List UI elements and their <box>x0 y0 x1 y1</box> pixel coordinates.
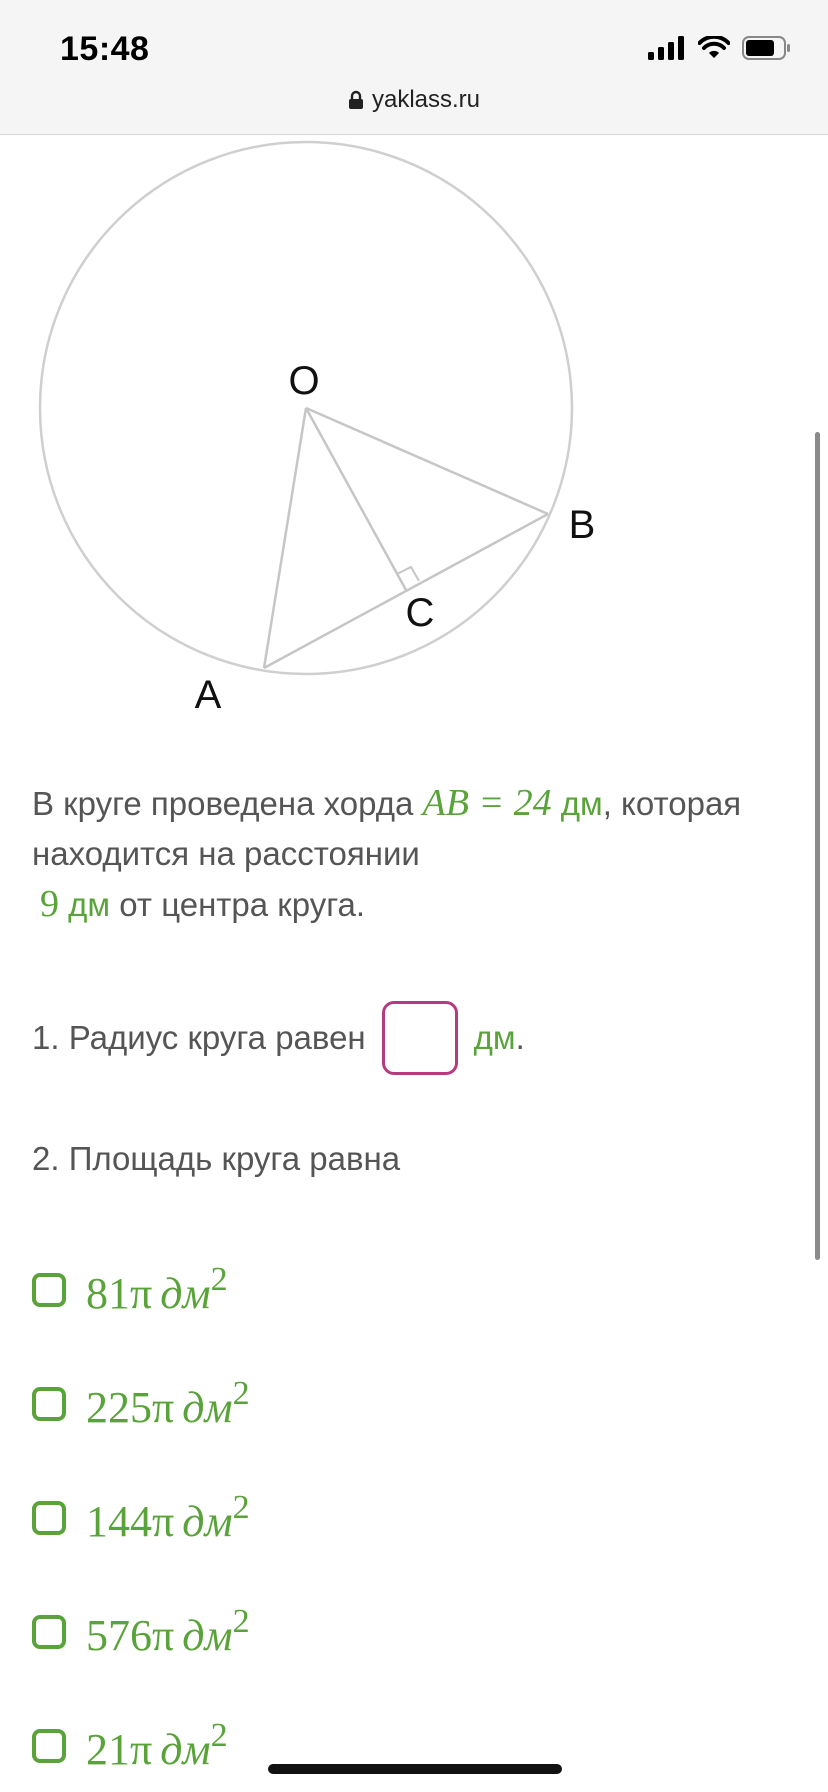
home-indicator[interactable] <box>268 1764 562 1774</box>
label-B: B <box>569 503 596 547</box>
label-C: C <box>406 591 435 635</box>
option-label: 576π дм2 <box>86 1603 250 1660</box>
problem-text-3: от центра круга. <box>110 886 366 923</box>
option-1[interactable]: 81π дм2 <box>32 1250 228 1330</box>
chord-expression: AB = 24 <box>422 782 552 824</box>
status-time: 15:48 <box>60 30 150 68</box>
option-3[interactable]: 144π дм2 <box>32 1478 250 1558</box>
option-checkbox[interactable] <box>32 1501 66 1535</box>
option-checkbox[interactable] <box>32 1729 66 1763</box>
question-1-unit: дм <box>473 1019 516 1056</box>
circle-diagram: O B C A <box>38 140 596 717</box>
option-4[interactable]: 576π дм2 <box>32 1592 250 1672</box>
scrollbar[interactable] <box>815 432 820 1260</box>
question-1: 1. Радиус круга равен дм. <box>32 1000 525 1076</box>
status-bar: 15:48 yaklass.ru <box>0 0 828 135</box>
url-text: yaklass.ru <box>371 86 481 113</box>
option-checkbox[interactable] <box>32 1387 66 1421</box>
lock-icon <box>348 90 363 109</box>
option-label: 225π дм2 <box>86 1375 250 1432</box>
label-A: A <box>195 673 222 717</box>
option-2[interactable]: 225π дм2 <box>32 1364 250 1444</box>
problem-statement: В круге проведена хорда AB = 24 дм, кото… <box>32 778 772 930</box>
segment-OB <box>305 406 549 516</box>
option-5[interactable]: 21π дм2 <box>32 1706 228 1786</box>
chord-unit: дм <box>551 785 603 822</box>
segment-OA <box>262 407 308 669</box>
question-1-period: . <box>515 1019 525 1056</box>
label-O: O <box>288 359 319 403</box>
option-label: 21π дм2 <box>86 1717 228 1774</box>
distance-unit: дм <box>59 886 111 923</box>
question-2-label: 2. Площадь круга равна <box>32 1140 401 1177</box>
problem-text-1: В круге проведена хорда <box>32 785 423 822</box>
distance-value: 9 <box>40 883 59 925</box>
option-label: 144π дм2 <box>86 1489 250 1546</box>
segment-OC <box>304 407 408 591</box>
option-checkbox[interactable] <box>32 1615 66 1649</box>
option-label: 81π дм2 <box>86 1261 228 1318</box>
wifi-icon <box>698 36 730 58</box>
cellular-signal-icon <box>648 36 684 60</box>
battery-icon <box>742 36 790 60</box>
option-checkbox[interactable] <box>32 1273 66 1307</box>
status-icons <box>648 36 792 60</box>
address-bar[interactable]: yaklass.ru <box>0 86 828 114</box>
radius-answer-input[interactable] <box>381 1001 458 1075</box>
question-1-label: 1. Радиус круга равен <box>32 1019 366 1056</box>
